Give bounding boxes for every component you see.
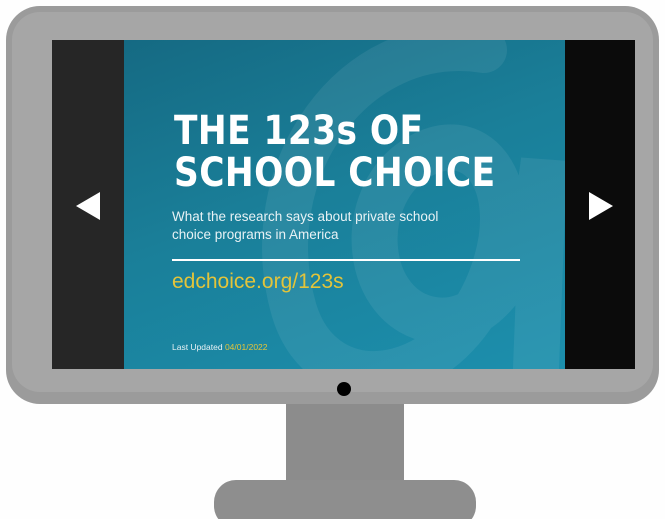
slide-title: THE 123s OF SCHOOL CHOICE bbox=[174, 110, 496, 194]
monitor-screen: THE 123s OF SCHOOL CHOICE What the resea… bbox=[52, 40, 635, 369]
slide-subtitle: What the research says about private sch… bbox=[172, 208, 472, 244]
monitor-stand-base bbox=[214, 480, 476, 519]
slide-divider bbox=[172, 259, 520, 261]
slide-title-line-1: THE 123s OF bbox=[174, 108, 424, 154]
camera-icon bbox=[337, 382, 351, 396]
slide-title-line-2: SCHOOL CHOICE bbox=[174, 150, 496, 196]
last-updated-label: Last Updated bbox=[172, 342, 223, 352]
presentation-slide: THE 123s OF SCHOOL CHOICE What the resea… bbox=[124, 40, 565, 369]
slide-subtitle-line-2: choice programs in America bbox=[172, 227, 339, 242]
last-updated-date: 04/01/2022 bbox=[224, 342, 268, 352]
last-updated: Last Updated 04/01/2022 bbox=[172, 342, 268, 352]
next-slide-icon[interactable] bbox=[589, 192, 613, 220]
monitor-stand-neck bbox=[286, 404, 404, 482]
slide-url: edchoice.org/123s bbox=[172, 270, 344, 293]
previous-slide-icon[interactable] bbox=[76, 192, 100, 220]
watermark-logo bbox=[262, 40, 565, 369]
slide-subtitle-line-1: What the research says about private sch… bbox=[172, 209, 439, 224]
